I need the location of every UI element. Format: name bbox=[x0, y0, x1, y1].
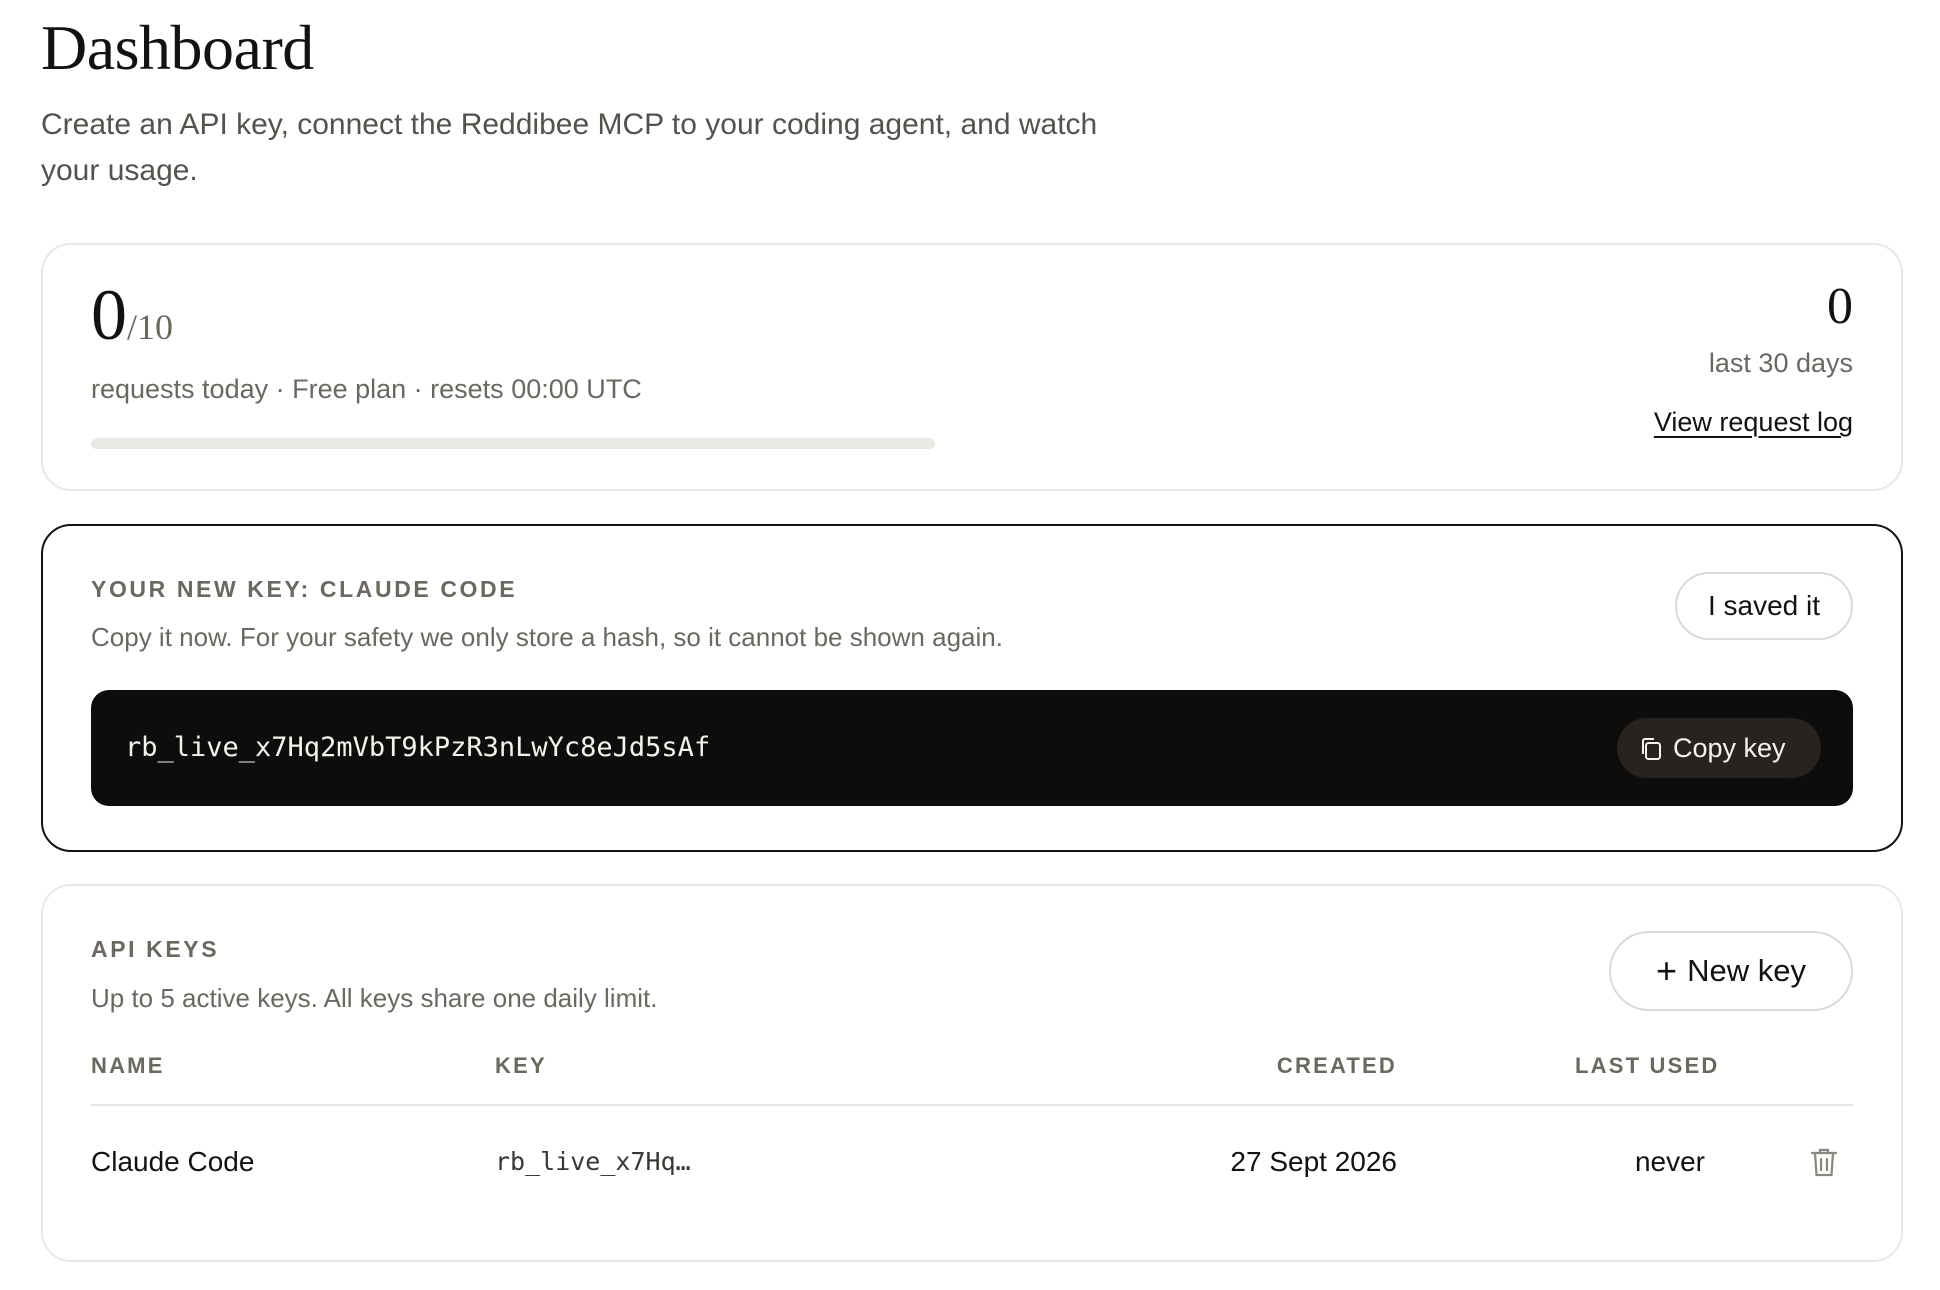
last-30-days-label: last 30 days bbox=[1708, 348, 1853, 378]
column-header-name: NAME bbox=[91, 1053, 165, 1078]
requests-today-value: 0 bbox=[91, 275, 127, 355]
column-header-last-used: LAST USED bbox=[1575, 1053, 1720, 1078]
key-last-used-cell: never bbox=[1634, 1146, 1705, 1177]
last-30-days-count: 0 bbox=[1827, 278, 1853, 335]
key-created-cell: 27 Sept 2026 bbox=[1230, 1146, 1397, 1177]
new-key-description: Copy it now. For your safety we only sto… bbox=[91, 622, 1003, 652]
key-prefix-cell: rb_live_x7Hq… bbox=[495, 1147, 691, 1176]
copy-key-label: Copy key bbox=[1673, 733, 1786, 763]
column-header-key: KEY bbox=[495, 1053, 547, 1078]
api-keys-label: API KEYS bbox=[91, 936, 220, 962]
new-key-value[interactable]: rb_live_x7Hq2mVbT9kPzR3nLwYc8eJd5sAf bbox=[125, 728, 710, 768]
page-subtitle: Create an API key, connect the Reddibee … bbox=[41, 108, 1098, 187]
usage-meta: requests today · Free plan · resets 00:0… bbox=[91, 374, 642, 404]
copy-key-button[interactable]: Copy key bbox=[1617, 718, 1821, 778]
usage-summary: 0 last 30 days View request log bbox=[1654, 275, 1853, 440]
api-keys-description: Up to 5 active keys. All keys share one … bbox=[91, 983, 658, 1013]
page-title: Dashboard bbox=[41, 12, 314, 83]
key-name-cell: Claude Code bbox=[91, 1146, 255, 1177]
trash-icon[interactable] bbox=[1809, 1146, 1839, 1178]
api-keys-card: API KEYS Up to 5 active keys. All keys s… bbox=[41, 884, 1903, 1262]
new-key-card: YOUR NEW KEY: CLAUDE CODE Copy it now. F… bbox=[41, 524, 1903, 852]
view-request-log-link[interactable]: View request log bbox=[1654, 404, 1853, 440]
requests-today-count: 0/10 bbox=[91, 275, 173, 375]
usage-card: 0/10 requests today · Free plan · resets… bbox=[41, 243, 1903, 491]
column-header-created: CREATED bbox=[1276, 1053, 1397, 1078]
copy-icon bbox=[1642, 738, 1661, 760]
table-row: Claude Code rb_live_x7Hq… 27 Sept 2026 n… bbox=[43, 1106, 1901, 1206]
new-key-label: YOUR NEW KEY: CLAUDE CODE bbox=[91, 576, 518, 602]
dashboard-page: Dashboard Create an API key, connect the… bbox=[0, 0, 1940, 1290]
requests-limit: /10 bbox=[127, 307, 174, 347]
plus-icon: + bbox=[1656, 950, 1678, 991]
new-key-button[interactable]: + New key bbox=[1609, 931, 1853, 1011]
usage-progress-bar bbox=[91, 438, 935, 449]
i-saved-it-button[interactable]: I saved it bbox=[1675, 572, 1853, 640]
new-key-box: rb_live_x7Hq2mVbT9kPzR3nLwYc8eJd5sAf Cop… bbox=[91, 690, 1853, 806]
new-key-button-label: New key bbox=[1687, 953, 1806, 988]
